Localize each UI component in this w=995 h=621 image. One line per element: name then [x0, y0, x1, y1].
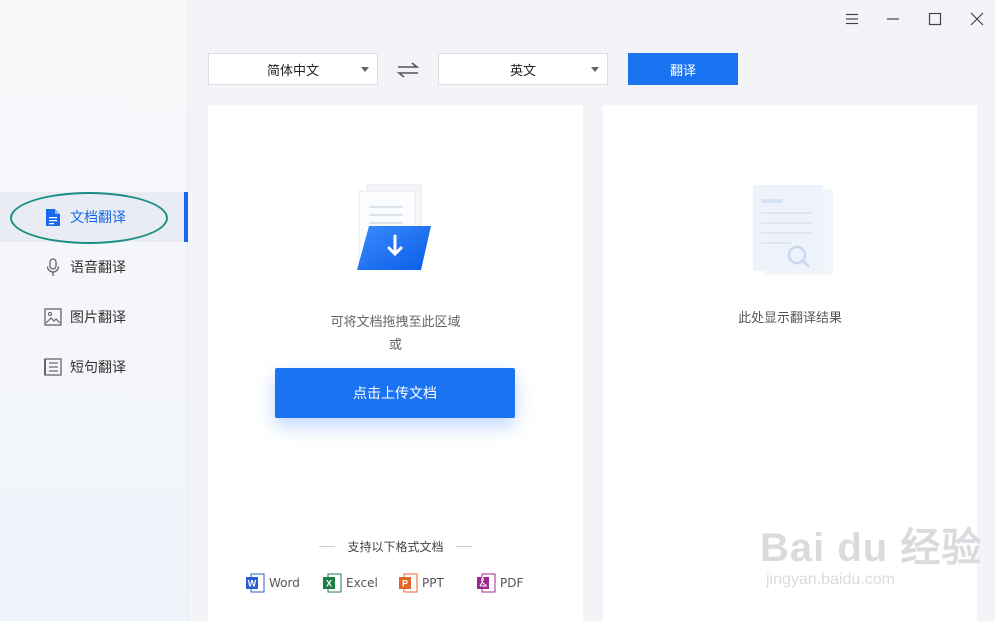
- menu-icon: [846, 13, 858, 25]
- or-text: 或: [388, 338, 402, 353]
- formats-title-text: 支持以下格式文档: [347, 540, 444, 554]
- text-lines-icon: [44, 357, 62, 377]
- source-language-value: 简体中文: [266, 63, 319, 79]
- upload-document-button[interactable]: 点击上传文档: [275, 368, 515, 418]
- format-excel: X Excel: [322, 572, 378, 594]
- swap-icon: [396, 62, 420, 78]
- target-language-value: 英文: [509, 63, 536, 79]
- format-pdf: PDF: [476, 572, 523, 594]
- close-button[interactable]: [963, 6, 991, 32]
- sidebar: 文档翻译 语音翻译 图片翻译 短句翻译: [0, 0, 188, 621]
- sidebar-item-image-translate[interactable]: 图片翻译: [0, 292, 188, 342]
- sidebar-item-document-translate[interactable]: 文档翻译: [0, 192, 188, 242]
- image-icon: [44, 307, 62, 327]
- translate-button[interactable]: 翻译: [628, 53, 738, 85]
- result-illustration: [751, 183, 835, 279]
- format-ppt: P PPT: [398, 572, 444, 594]
- svg-text:P: P: [402, 579, 408, 589]
- upload-folder-icon: [357, 184, 431, 270]
- pdf-icon: [477, 573, 496, 593]
- document-search-icon: [753, 185, 833, 275]
- minimize-icon: [887, 18, 899, 20]
- maximize-icon: [928, 12, 942, 26]
- source-language-select[interactable]: 简体中文: [208, 53, 378, 85]
- excel-icon: X: [323, 573, 342, 593]
- format-label: Word: [269, 576, 300, 590]
- format-label: PDF: [500, 576, 524, 590]
- svg-text:W: W: [248, 579, 257, 589]
- sidebar-item-label: 短句翻译: [70, 360, 126, 376]
- divider: [455, 546, 472, 547]
- sidebar-item-label: 图片翻译: [70, 310, 126, 326]
- word-icon: W: [246, 573, 265, 593]
- sidebar-item-voice-translate[interactable]: 语音翻译: [0, 242, 188, 292]
- result-placeholder: 此处显示翻译结果: [737, 311, 842, 326]
- sidebar-item-label: 文档翻译: [70, 210, 126, 226]
- chevron-down-icon: [591, 67, 599, 72]
- upload-panel[interactable]: 可将文档拖拽至此区域 或 点击上传文档 支持以下格式文档 W Word X Ex…: [208, 105, 583, 621]
- sidebar-item-sentence-translate[interactable]: 短句翻译: [0, 342, 188, 392]
- svg-text:X: X: [326, 579, 332, 589]
- chevron-down-icon: [361, 67, 369, 72]
- menu-button[interactable]: [838, 6, 866, 32]
- result-panel: 此处显示翻译结果: [603, 105, 977, 621]
- swap-languages-button[interactable]: [396, 60, 420, 80]
- upload-illustration: [353, 183, 443, 279]
- close-icon: [970, 12, 984, 26]
- sidebar-item-label: 语音翻译: [70, 260, 126, 276]
- minimize-button[interactable]: [879, 6, 907, 32]
- document-icon: [44, 207, 62, 227]
- microphone-icon: [44, 257, 62, 277]
- divider: [319, 546, 336, 547]
- format-label: Excel: [346, 576, 378, 590]
- format-word: W Word: [245, 572, 300, 594]
- target-language-select[interactable]: 英文: [438, 53, 608, 85]
- drop-hint: 可将文档拖拽至此区域: [330, 315, 461, 330]
- maximize-button[interactable]: [921, 6, 949, 32]
- ppt-icon: P: [399, 573, 418, 593]
- supported-formats-title: 支持以下格式文档: [208, 538, 583, 555]
- format-label: PPT: [422, 576, 444, 590]
